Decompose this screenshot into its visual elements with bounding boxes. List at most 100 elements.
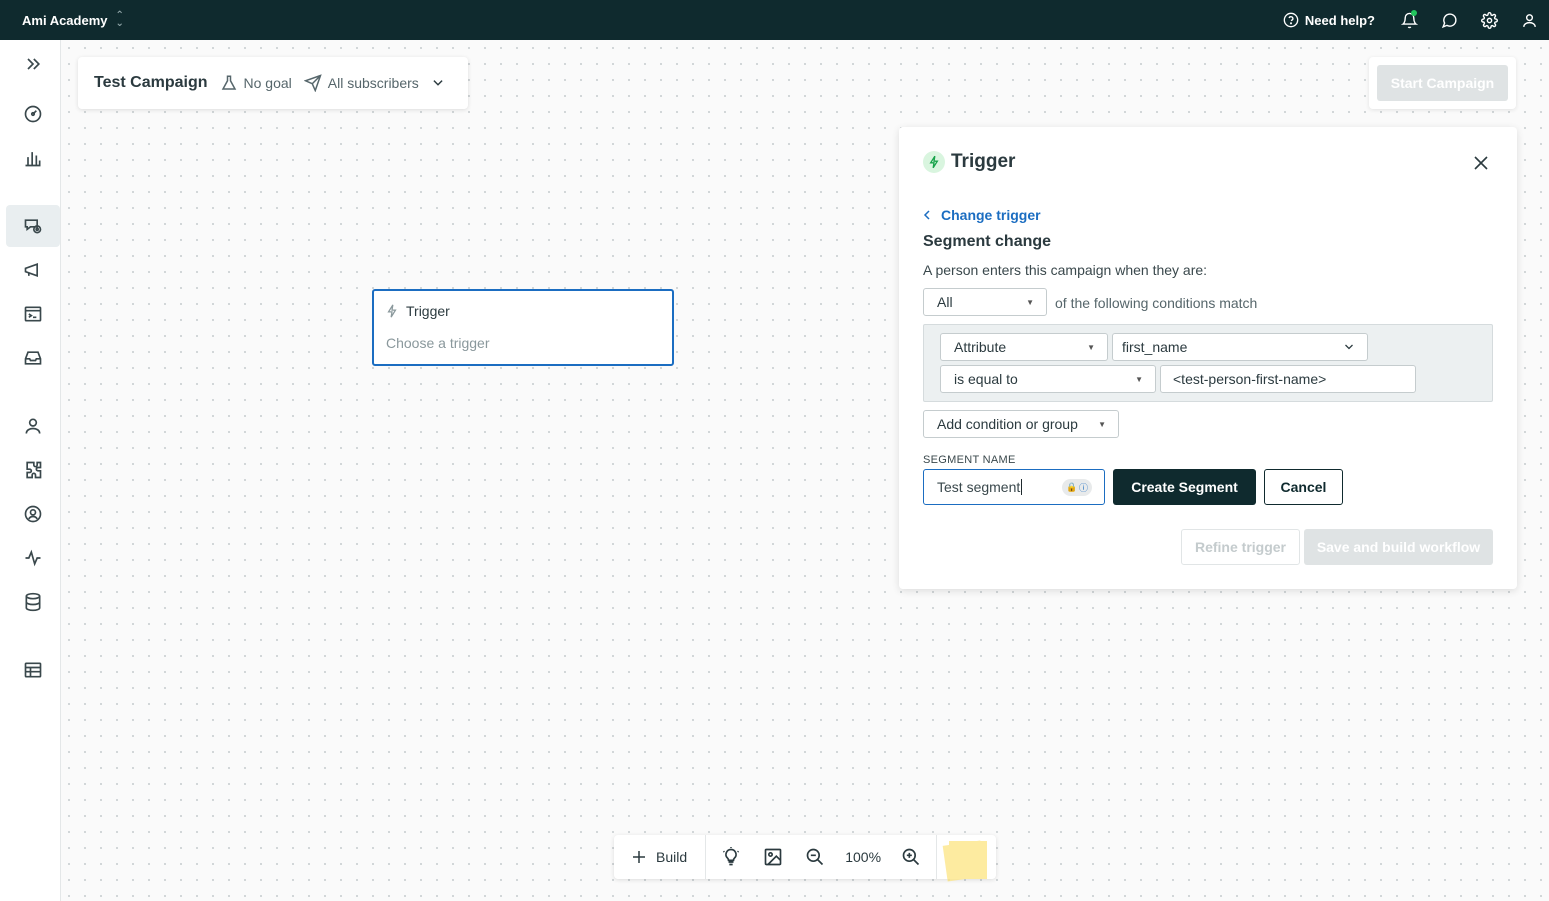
- dashboard-icon: [24, 105, 42, 123]
- integrations-icon: [26, 461, 42, 479]
- chat-icon: [1441, 12, 1457, 28]
- tips-button[interactable]: [710, 835, 752, 879]
- zoom-out-button[interactable]: [794, 835, 836, 879]
- audience-selector[interactable]: All subscribers: [303, 74, 445, 92]
- image-icon: [764, 848, 782, 866]
- condition-value-input[interactable]: <test-person-first-name>: [1160, 365, 1416, 393]
- panel-title: Trigger: [951, 151, 1016, 172]
- match-select-value: All: [937, 294, 953, 310]
- chevron-down-icon: [433, 80, 443, 86]
- segment-name-input[interactable]: Test segment 🔒 ⓘ: [923, 469, 1105, 505]
- sidebar-item-broadcasts[interactable]: [6, 249, 60, 291]
- chevron-down-icon: [1345, 344, 1353, 350]
- change-trigger-label: Change trigger: [941, 207, 1041, 223]
- save-build-workflow-button[interactable]: Save and build workflow: [1304, 529, 1493, 565]
- transactional-icon: [24, 306, 42, 322]
- zoom-in-button[interactable]: [890, 835, 932, 879]
- reports-icon: [24, 662, 42, 678]
- change-trigger-link[interactable]: Change trigger: [923, 207, 1041, 223]
- activity-icon: [25, 549, 41, 567]
- refine-trigger-button[interactable]: Refine trigger: [1181, 529, 1300, 565]
- condition-type-select[interactable]: Attribute ▼: [940, 333, 1108, 361]
- add-condition-select[interactable]: Add condition or group ▼: [923, 410, 1119, 438]
- workspace-switcher[interactable]: Ami Academy ⌃ ⌄: [22, 0, 124, 40]
- analytics-icon: [25, 152, 41, 167]
- bolt-icon: [923, 151, 945, 173]
- plus-icon: [633, 851, 645, 863]
- text-cursor: [1021, 479, 1023, 495]
- operator-value: is equal to: [954, 371, 1018, 387]
- sidebar-item-reports[interactable]: [6, 649, 60, 691]
- data-icon: [25, 592, 41, 612]
- chevron-left-icon: [923, 210, 930, 220]
- sidebar-item-activity[interactable]: [6, 537, 60, 579]
- condition-type-value: Attribute: [954, 339, 1007, 355]
- sidebar: [0, 40, 61, 901]
- settings-button[interactable]: [1469, 0, 1509, 40]
- condition-group: Attribute ▼ first_name is equal to ▼ <te…: [923, 324, 1493, 402]
- people-icon: [25, 418, 41, 434]
- snapshot-button[interactable]: [752, 835, 794, 879]
- notifications-button[interactable]: [1389, 0, 1429, 40]
- inbox-icon: [24, 351, 42, 365]
- send-icon: [303, 74, 322, 92]
- chat-button[interactable]: [1429, 0, 1469, 40]
- segment-description: A person enters this campaign when they …: [923, 262, 1208, 278]
- start-campaign-wrap: Start Campaign: [1369, 57, 1516, 109]
- campaign-title[interactable]: Test Campaign: [94, 74, 208, 92]
- zoom-level: 100%: [845, 849, 882, 865]
- need-help-label: Need help?: [1304, 12, 1375, 28]
- close-icon: [1474, 156, 1488, 170]
- password-manager-icon[interactable]: 🔒 ⓘ: [1062, 479, 1092, 496]
- need-help-button[interactable]: Need help?: [1283, 12, 1375, 28]
- attribute-value: first_name: [1122, 339, 1188, 355]
- condition-value: <test-person-first-name>: [1173, 371, 1327, 387]
- sticky-note-button[interactable]: [937, 835, 988, 882]
- lightbulb-icon: [723, 847, 740, 866]
- caret-down-icon: ▼: [1087, 343, 1095, 352]
- help-circle-icon: [1283, 12, 1299, 28]
- start-campaign-button[interactable]: Start Campaign: [1377, 65, 1508, 101]
- chevron-updown-icon: ⌃ ⌄: [115, 10, 124, 29]
- caret-down-icon: ▼: [1098, 420, 1106, 429]
- campaigns-icon: [24, 219, 42, 234]
- trigger-node-subtitle: Choose a trigger: [386, 335, 490, 351]
- caret-down-icon: ▼: [1135, 375, 1143, 384]
- flask-icon: [221, 75, 236, 90]
- sidebar-item-inbox[interactable]: [6, 337, 60, 379]
- sidebar-item-expand[interactable]: [6, 43, 60, 85]
- account-button[interactable]: [1509, 0, 1549, 40]
- gear-icon: [1480, 11, 1498, 29]
- trigger-node-title: Trigger: [406, 303, 450, 319]
- operator-select[interactable]: is equal to ▼: [940, 365, 1156, 393]
- zoom-in-icon: [902, 848, 920, 866]
- sidebar-item-data[interactable]: [6, 581, 60, 623]
- build-button[interactable]: Build: [614, 835, 707, 879]
- sidebar-item-campaigns[interactable]: [6, 205, 60, 247]
- sidebar-item-integrations[interactable]: [6, 449, 60, 491]
- sidebar-item-transactional[interactable]: [6, 293, 60, 335]
- sidebar-item-analytics[interactable]: [6, 137, 60, 179]
- sidebar-item-segments[interactable]: [6, 493, 60, 535]
- campaign-header-card: Test Campaign No goal All subscribers: [78, 57, 468, 109]
- trigger-node[interactable]: Trigger Choose a trigger: [372, 289, 674, 366]
- segment-change-title: Segment change: [923, 233, 1052, 250]
- trigger-panel: Trigger Change trigger Segment change A …: [899, 127, 1517, 589]
- caret-down-icon: ▼: [1026, 298, 1034, 307]
- zoom-out-icon: [806, 848, 824, 866]
- match-select[interactable]: All ▼: [923, 288, 1047, 316]
- broadcasts-icon: [24, 262, 38, 278]
- goal-selector[interactable]: No goal: [220, 74, 292, 92]
- segment-name-label: SEGMENT NAME: [923, 454, 1016, 466]
- audience-label: All subscribers: [327, 75, 419, 91]
- build-label: Build: [656, 849, 688, 865]
- goal-label: No goal: [243, 75, 292, 91]
- cancel-button[interactable]: Cancel: [1264, 469, 1343, 505]
- add-condition-label: Add condition or group: [937, 416, 1078, 432]
- create-segment-button[interactable]: Create Segment: [1113, 469, 1256, 505]
- close-panel-button[interactable]: [1469, 151, 1493, 175]
- sidebar-item-dashboard[interactable]: [6, 93, 60, 135]
- segment-name-value: Test segment: [937, 479, 1021, 495]
- attribute-select[interactable]: first_name: [1112, 333, 1368, 361]
- sidebar-item-people[interactable]: [6, 405, 60, 447]
